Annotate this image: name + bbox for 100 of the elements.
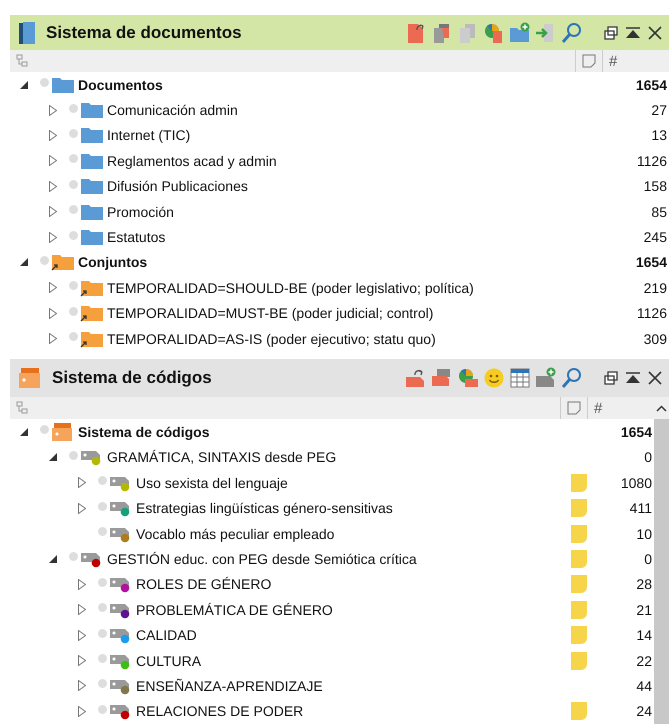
tree-item[interactable]: Estatutos (107, 229, 581, 246)
import-code-icon[interactable] (405, 367, 427, 390)
tree-view-icon[interactable] (16, 54, 28, 68)
scrollbar[interactable] (654, 419, 669, 724)
count-cell-text: 245 (642, 229, 668, 246)
expand-arrow-icon[interactable] (78, 604, 86, 616)
folder-icon (80, 152, 104, 170)
new-code-icon[interactable] (535, 367, 557, 390)
collapse-arrow-icon[interactable] (20, 428, 28, 436)
tree-item[interactable]: Promoción (107, 204, 581, 220)
count-cell-text: 24 (635, 703, 653, 720)
folder-icon (80, 202, 104, 221)
tree-view-icon[interactable] (16, 401, 28, 416)
tree-item[interactable]: GRAMÁTICA, SINTAXIS desde PEG (107, 449, 566, 466)
tree-item[interactable]: Reglamentos acad y admin (107, 152, 581, 169)
status-dot (69, 306, 78, 316)
new-folder-icon[interactable] (509, 22, 531, 44)
collapse-arrow-icon[interactable] (20, 80, 28, 89)
set-folder-icon (80, 304, 104, 322)
tree-item[interactable]: TEMPORALIDAD=AS-IS (poder ejecutivo; statu quo) (107, 330, 581, 347)
count-cell-text: 13 (650, 127, 668, 144)
memo-column-icon (567, 401, 581, 416)
status-dot (69, 104, 78, 113)
expand-arrow-icon[interactable] (49, 104, 57, 116)
status-dot (40, 78, 49, 88)
tree-item[interactable]: Uso sexista del lenguaje (136, 474, 566, 491)
tree-item[interactable]: TEMPORALIDAD=SHOULD-BE (poder legislativo; política) (107, 280, 581, 296)
document-system-icon (18, 20, 36, 44)
tree-item[interactable]: CALIDAD (136, 627, 566, 644)
tree-item[interactable]: Documentos (78, 76, 581, 93)
count-cell-text: 219 (642, 280, 668, 296)
maximize-panel-icon[interactable] (625, 24, 641, 40)
smiley-icon[interactable] (483, 367, 505, 390)
status-dot (69, 552, 78, 562)
tree-item[interactable]: Internet (TIC) (107, 127, 581, 144)
tree-item[interactable]: RELACIONES DE PODER (136, 703, 566, 720)
tree-item[interactable]: Difusión Publicaciones (107, 178, 581, 194)
memo-column-icon (582, 54, 596, 68)
expand-arrow-icon[interactable] (49, 180, 57, 192)
status-dot (69, 128, 78, 138)
count-cell-text: 1080 (620, 474, 653, 491)
status-dot (40, 256, 49, 265)
count-column-header[interactable]: # (603, 52, 669, 70)
set-folder-icon (51, 253, 75, 272)
status-dot (69, 180, 78, 189)
status-dot (98, 578, 107, 587)
tree-item[interactable]: ROLES DE GÉNERO (136, 576, 566, 592)
tree-item[interactable]: CULTURA (136, 652, 566, 668)
count-cell-text: 10 (635, 526, 653, 542)
restore-icon[interactable] (603, 370, 619, 386)
scroll-up-icon[interactable] (656, 404, 667, 412)
close-icon[interactable] (647, 370, 663, 386)
chart-document-icon[interactable] (483, 22, 505, 44)
tree-item[interactable]: Comunicación admin (107, 102, 581, 118)
count-cell-text: 0 (643, 550, 653, 567)
count-column-header[interactable]: # (588, 400, 654, 417)
expand-arrow-icon[interactable] (78, 680, 86, 692)
tree-item[interactable]: Vocablo más peculiar empleado (136, 526, 566, 542)
expand-arrow-icon[interactable] (49, 333, 57, 344)
expand-arrow-icon[interactable] (78, 655, 86, 666)
collapse-arrow-icon[interactable] (49, 554, 57, 563)
expand-arrow-icon[interactable] (49, 130, 57, 141)
tree-item[interactable]: Conjuntos (78, 254, 581, 270)
expand-arrow-icon[interactable] (78, 502, 86, 514)
tree-item[interactable]: TEMPORALIDAD=MUST-BE (poder judicial; control) (107, 305, 581, 322)
count-cell-text: 1654 (634, 76, 668, 93)
status-dot (69, 281, 78, 290)
tree-item[interactable]: ENSEÑANZA-APRENDIZAJE (136, 678, 566, 694)
expand-arrow-icon[interactable] (49, 308, 57, 319)
status-dot (98, 502, 107, 511)
expand-arrow-icon[interactable] (49, 155, 57, 166)
expand-arrow-icon[interactable] (78, 477, 86, 488)
search-icon[interactable] (561, 22, 583, 44)
count-cell-text: 309 (642, 330, 668, 347)
expand-arrow-icon[interactable] (78, 706, 86, 717)
folder-icon (80, 126, 104, 144)
status-dot (69, 205, 78, 214)
collapse-arrow-icon[interactable] (20, 258, 28, 266)
expand-arrow-icon[interactable] (78, 630, 86, 641)
tree-item[interactable]: PROBLEMÁTICA DE GÉNERO (136, 602, 566, 618)
count-cell-text: 411 (628, 500, 653, 516)
set-folder-icon (80, 330, 104, 348)
collapse-arrow-icon[interactable] (49, 453, 57, 462)
restore-icon[interactable] (603, 24, 619, 40)
tree-item[interactable]: Estrategias lingüísticas género-sensitivas (136, 500, 566, 516)
close-icon[interactable] (647, 24, 663, 40)
expand-arrow-icon[interactable] (49, 206, 57, 218)
status-dot (98, 679, 107, 688)
expand-arrow-icon[interactable] (78, 578, 86, 590)
code-system-icon (51, 422, 75, 442)
expand-arrow-icon[interactable] (49, 282, 57, 294)
table-icon[interactable] (509, 367, 531, 390)
search-icon[interactable] (561, 367, 583, 390)
expand-arrow-icon[interactable] (49, 232, 57, 243)
tree-item[interactable]: GESTIÓN educ. con PEG desde Semiótica crítica (107, 550, 566, 567)
panel-title: Sistema de documentos (46, 22, 243, 42)
count-cell-text: 1126 (636, 152, 668, 169)
tree-item[interactable]: Sistema de códigos (78, 424, 566, 440)
chart-code-icon[interactable] (457, 367, 479, 390)
status-dot (98, 527, 107, 536)
